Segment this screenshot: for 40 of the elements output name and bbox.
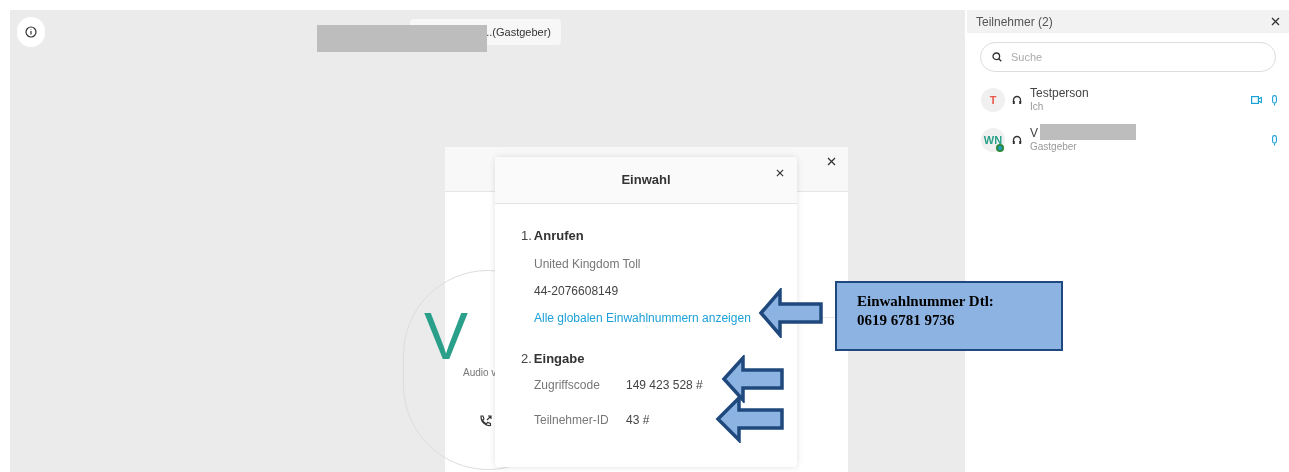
participant-role: Ich	[1030, 101, 1045, 114]
callout-text: Einwahlnummer Dtl:	[857, 292, 995, 311]
participant-role: Gastgeber	[1030, 141, 1077, 154]
close-icon	[1271, 17, 1280, 26]
step-heading: Eingabe	[533, 349, 585, 368]
arrow-annotation	[721, 355, 785, 403]
microphone-icon[interactable]	[1272, 94, 1277, 106]
callout-text: 0619 6781 9736	[857, 311, 956, 330]
field-label: Zugriffscode	[534, 377, 601, 394]
close-button[interactable]	[827, 157, 836, 166]
dialog-title: Einwahl	[621, 171, 671, 190]
step-number: 2.	[521, 349, 532, 368]
close-icon	[776, 169, 784, 177]
participant-name: V	[1030, 126, 1039, 142]
panel-title: Teilnehmer (2)	[976, 13, 1053, 31]
arrow-annotation	[715, 395, 785, 443]
close-icon	[827, 157, 836, 166]
phone-number: 44-2076608149	[534, 282, 620, 300]
field-label: Teilnehmer-ID	[534, 412, 610, 429]
avatar-letter: V	[424, 303, 469, 369]
close-button[interactable]	[1271, 17, 1280, 26]
phone-icon	[478, 414, 493, 429]
microphone-icon[interactable]	[1272, 134, 1277, 146]
arrow-annotation	[758, 288, 824, 338]
field-value: 149 423 528 #	[626, 377, 703, 394]
step-number: 1.	[521, 227, 532, 245]
avatar: WN	[981, 128, 1005, 152]
headset-icon	[1012, 134, 1022, 146]
search-icon	[992, 52, 1002, 62]
close-button[interactable]	[776, 169, 784, 177]
search-field[interactable]: Suche	[980, 42, 1276, 72]
country-label: United Kingdom Toll	[534, 255, 642, 273]
field-value: 43 #	[626, 412, 650, 429]
headset-icon	[1012, 94, 1022, 106]
step-heading: Anrufen	[533, 227, 584, 245]
participant-name: Testperson	[1030, 86, 1089, 102]
video-camera-icon[interactable]	[1251, 96, 1262, 104]
info-icon	[25, 26, 37, 38]
avatar: T	[981, 88, 1005, 112]
host-tag: ..(Gastgeber)	[486, 23, 551, 41]
